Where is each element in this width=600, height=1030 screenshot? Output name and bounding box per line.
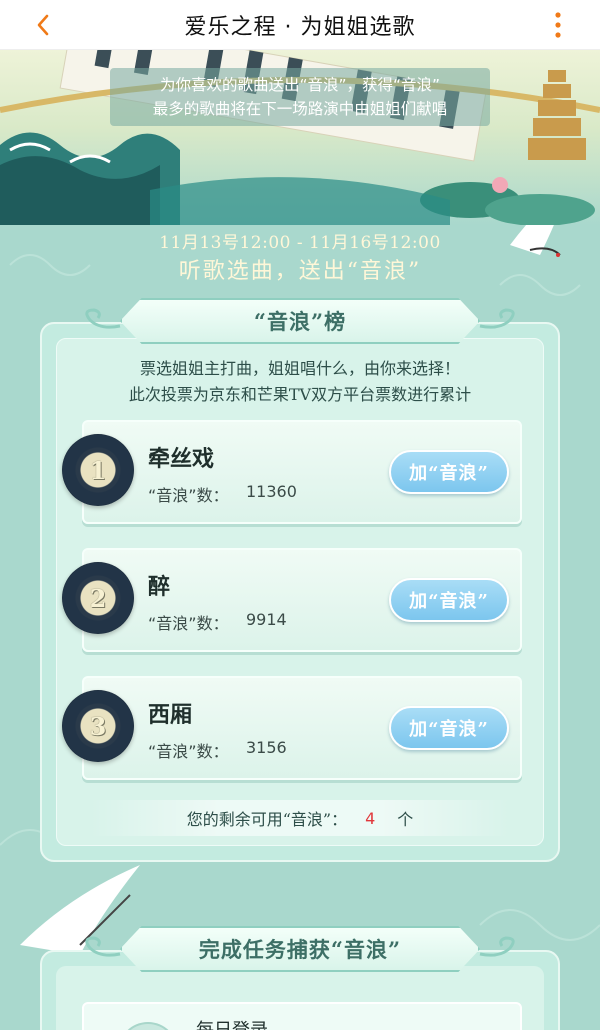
ranking-title: “音浪”榜 — [253, 309, 347, 334]
song-rank-1: 1 — [89, 455, 107, 485]
back-button[interactable] — [30, 12, 56, 38]
song-rank-2: 2 — [89, 583, 107, 613]
vinyl-record-icon: 2 — [62, 562, 134, 634]
song-count-value-1: 11360 — [246, 482, 297, 501]
ranking-description-line-2: 此次投票为京东和芒果TV双方平台票数进行累计 — [128, 385, 472, 404]
top-nav-bar: 爱乐之程 · 为姐姐选歌 — [0, 0, 600, 50]
vinyl-record-icon: 3 — [62, 690, 134, 762]
remaining-votes: 您的剩余可用“音浪”： 4 个 — [90, 800, 510, 836]
page-title: 爱乐之程 · 为姐姐选歌 — [184, 14, 416, 40]
song-count-label-2: “音浪”数： — [148, 614, 229, 633]
event-slogan: 听歌选曲，送出“音浪” — [178, 259, 422, 284]
ribbon-curl-right-icon — [479, 308, 515, 329]
more-vertical-icon — [555, 12, 561, 38]
song-count-value-2: 9914 — [246, 610, 287, 629]
chevron-left-icon — [37, 14, 49, 36]
remaining-votes-label: 您的剩余可用“音浪”： — [186, 810, 348, 829]
song-title-2: 醉 — [148, 575, 171, 600]
song-count-value-3: 3156 — [246, 738, 287, 757]
ribbon-curl-right-icon — [479, 936, 515, 957]
banner-line-2: 最多的歌曲将在下一场路演中由姐姐们献唱 — [152, 100, 448, 118]
event-date-range: 11月13号12:00 - 11月16号12:00 — [159, 233, 441, 253]
task-title-ribbon: 完成任务捕获“音浪” — [120, 926, 480, 972]
banner-line-1: 为你喜欢的歌曲送出“音浪”，获得“音浪” — [159, 76, 441, 94]
more-menu-button[interactable] — [552, 11, 564, 39]
header-banner: 为你喜欢的歌曲送出“音浪”，获得“音浪” 最多的歌曲将在下一场路演中由姐姐们献唱 — [0, 50, 600, 225]
task-section-title: 完成任务捕获“音浪” — [198, 937, 402, 962]
remaining-votes-count: 4 — [365, 808, 376, 828]
song-count-label-1: “音浪”数： — [148, 486, 229, 505]
ranking-description-line-1: 票选姐姐主打曲，姐姐唱什么，由你来选择！ — [139, 359, 460, 378]
task-title-1: 每日登录 — [196, 1016, 268, 1030]
ranking-title-ribbon: “音浪”榜 — [120, 298, 480, 344]
remaining-votes-unit: 个 — [397, 810, 414, 829]
banner-description: 为你喜欢的歌曲送出“音浪”，获得“音浪” 最多的歌曲将在下一场路演中由姐姐们献唱 — [110, 68, 490, 126]
vinyl-record-icon: 1 — [62, 434, 134, 506]
add-vote-button-2[interactable]: 加“音浪” — [389, 578, 509, 622]
add-vote-button-3[interactable]: 加“音浪” — [389, 706, 509, 750]
song-count-label-3: “音浪”数： — [148, 742, 229, 761]
ribbon-curl-left-icon — [85, 936, 121, 957]
song-rank-3: 3 — [89, 711, 107, 741]
song-title-1: 牵丝戏 — [148, 447, 215, 472]
song-title-3: 西厢 — [148, 703, 193, 728]
ribbon-curl-left-icon — [85, 308, 121, 329]
add-vote-button-1[interactable]: 加“音浪” — [389, 450, 509, 494]
